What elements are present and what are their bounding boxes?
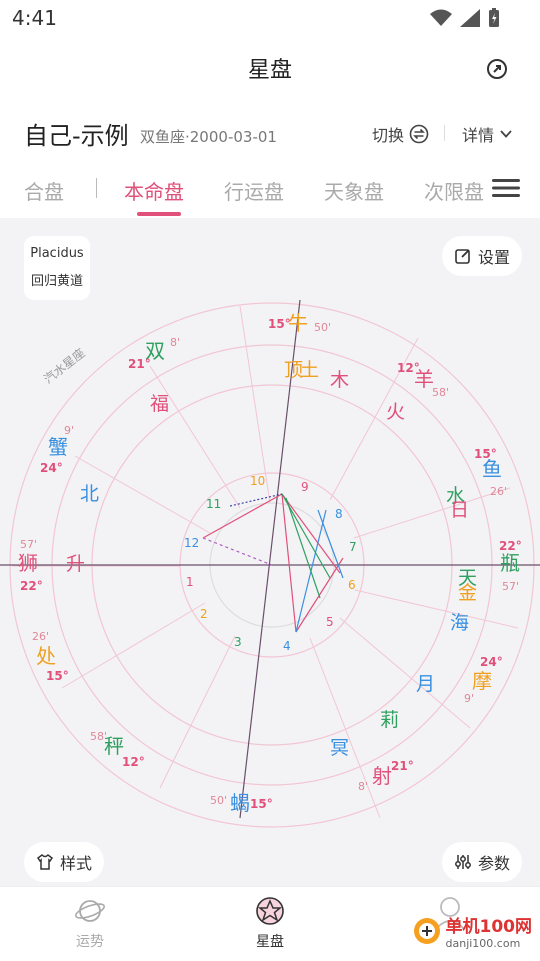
refresh-icon[interactable] [484, 56, 510, 82]
svg-text:8': 8' [358, 780, 368, 793]
svg-text:26': 26' [490, 485, 507, 498]
chart-area: Placidus 回归黄道 设置 样式 参数 牛 羊 鱼 瓶 摩 射 蝎 秤 处… [0, 218, 540, 886]
svg-text:升: 升 [66, 553, 85, 575]
svg-text:8: 8 [335, 507, 343, 521]
svg-text:11: 11 [206, 497, 221, 511]
tab-progression[interactable]: 次限盘 [424, 176, 484, 205]
svg-text:50': 50' [314, 321, 331, 334]
watermark: 单机100网 danji100.com [412, 912, 533, 950]
svg-text:7: 7 [349, 540, 357, 554]
svg-text:蝎: 蝎 [230, 791, 250, 815]
svg-text:22°: 22° [20, 579, 43, 593]
aspect-lines [202, 493, 344, 633]
watermark-url: danji100.com [445, 937, 521, 950]
svg-text:摩: 摩 [472, 669, 492, 693]
chart-icon [256, 897, 284, 925]
svg-text:冥: 冥 [330, 737, 349, 759]
nav-chart-label: 星盘 [256, 934, 284, 950]
svg-text:12: 12 [184, 536, 199, 550]
svg-text:福: 福 [150, 393, 169, 415]
status-bar: 4:41 [0, 0, 540, 38]
svg-text:15°: 15° [268, 317, 291, 331]
switch-button[interactable]: 切换 [372, 122, 429, 146]
svg-text:处: 处 [36, 644, 56, 668]
svg-text:58': 58' [432, 386, 449, 399]
nav-fortune-label: 运势 [76, 934, 104, 950]
svg-text:9': 9' [64, 424, 74, 437]
tab-indicator [137, 212, 181, 216]
svg-text:9': 9' [464, 692, 474, 705]
natal-chart-wheel[interactable]: 牛 羊 鱼 瓶 摩 射 蝎 秤 处 狮 蟹 双 顶 土 木 火 水 日 天 金 … [0, 218, 540, 886]
status-icons [430, 8, 500, 28]
watermark-logo-icon [413, 918, 440, 944]
svg-text:8': 8' [170, 336, 180, 349]
svg-text:狮: 狮 [18, 551, 38, 575]
svg-text:5: 5 [326, 615, 334, 629]
watermark-text: 单机100网 [445, 917, 533, 937]
menu-icon[interactable] [492, 176, 520, 200]
svg-text:牛: 牛 [288, 311, 308, 335]
planets: 顶 土 木 火 水 日 天 金 海 月 莉 冥 升 北 福 [66, 359, 477, 759]
svg-text:22°: 22° [499, 539, 522, 553]
svg-text:12°: 12° [397, 361, 420, 375]
svg-text:24°: 24° [480, 655, 503, 669]
tab-transit[interactable]: 行运盘 [224, 176, 284, 205]
svg-text:北: 北 [80, 483, 99, 505]
svg-text:24°: 24° [40, 461, 63, 475]
tab-natal[interactable]: 本命盘 [124, 176, 184, 205]
svg-text:26': 26' [32, 630, 49, 643]
svg-text:木: 木 [330, 369, 349, 391]
swap-icon [409, 124, 429, 144]
svg-text:日: 日 [450, 499, 469, 521]
svg-text:6: 6 [348, 578, 356, 592]
svg-text:瓶: 瓶 [500, 551, 520, 575]
svg-text:1: 1 [186, 575, 194, 589]
svg-text:15°: 15° [474, 447, 497, 461]
svg-text:海: 海 [450, 612, 469, 634]
switch-label: 切换 [372, 126, 405, 145]
svg-text:21°: 21° [128, 357, 151, 371]
svg-text:金: 金 [458, 582, 477, 604]
svg-text:9: 9 [301, 480, 309, 494]
svg-text:15°: 15° [46, 669, 69, 683]
svg-text:月: 月 [416, 673, 435, 695]
tab-synastry[interactable]: 合盘 [24, 176, 64, 205]
ring-label: 汽水星座 [41, 345, 88, 386]
battery-icon [489, 8, 499, 27]
profile-name: 自己-示例 [24, 122, 129, 150]
profile-row: 自己-示例 双鱼座·2000-03-01 切换 详情 [0, 108, 540, 156]
svg-text:21°: 21° [391, 759, 414, 773]
svg-text:50': 50' [210, 794, 227, 807]
svg-text:土: 土 [300, 359, 319, 381]
detail-button[interactable]: 详情 [462, 122, 513, 146]
svg-text:射: 射 [372, 764, 392, 788]
svg-text:蟹: 蟹 [48, 435, 68, 459]
svg-text:莉: 莉 [380, 709, 399, 731]
chevron-down-icon [500, 130, 512, 138]
nav-chart[interactable]: 星盘 [240, 895, 300, 951]
chart-tabs: 合盘 本命盘 行运盘 天象盘 次限盘 [0, 168, 540, 218]
app-header: 星盘 [0, 38, 540, 98]
svg-text:57': 57' [502, 580, 519, 593]
svg-text:火: 火 [386, 401, 405, 423]
svg-text:4: 4 [283, 639, 291, 653]
detail-label: 详情 [462, 126, 495, 145]
signal-icon [460, 9, 480, 27]
profile-subtitle: 双鱼座·2000-03-01 [140, 128, 277, 146]
profile-divider [444, 125, 445, 141]
svg-text:58': 58' [90, 730, 107, 743]
svg-text:2: 2 [200, 607, 208, 621]
page-title: 星盘 [247, 58, 292, 83]
svg-text:3: 3 [234, 635, 242, 649]
tab-divider [96, 178, 97, 198]
svg-text:10: 10 [250, 474, 265, 488]
planet-icon [75, 900, 105, 922]
svg-text:12°: 12° [122, 755, 145, 769]
wifi-icon [430, 9, 452, 26]
status-time: 4:41 [12, 6, 57, 30]
tab-sky[interactable]: 天象盘 [324, 176, 384, 205]
svg-text:57': 57' [20, 538, 37, 551]
nav-fortune[interactable]: 运势 [60, 895, 120, 951]
svg-text:15°: 15° [250, 797, 273, 811]
